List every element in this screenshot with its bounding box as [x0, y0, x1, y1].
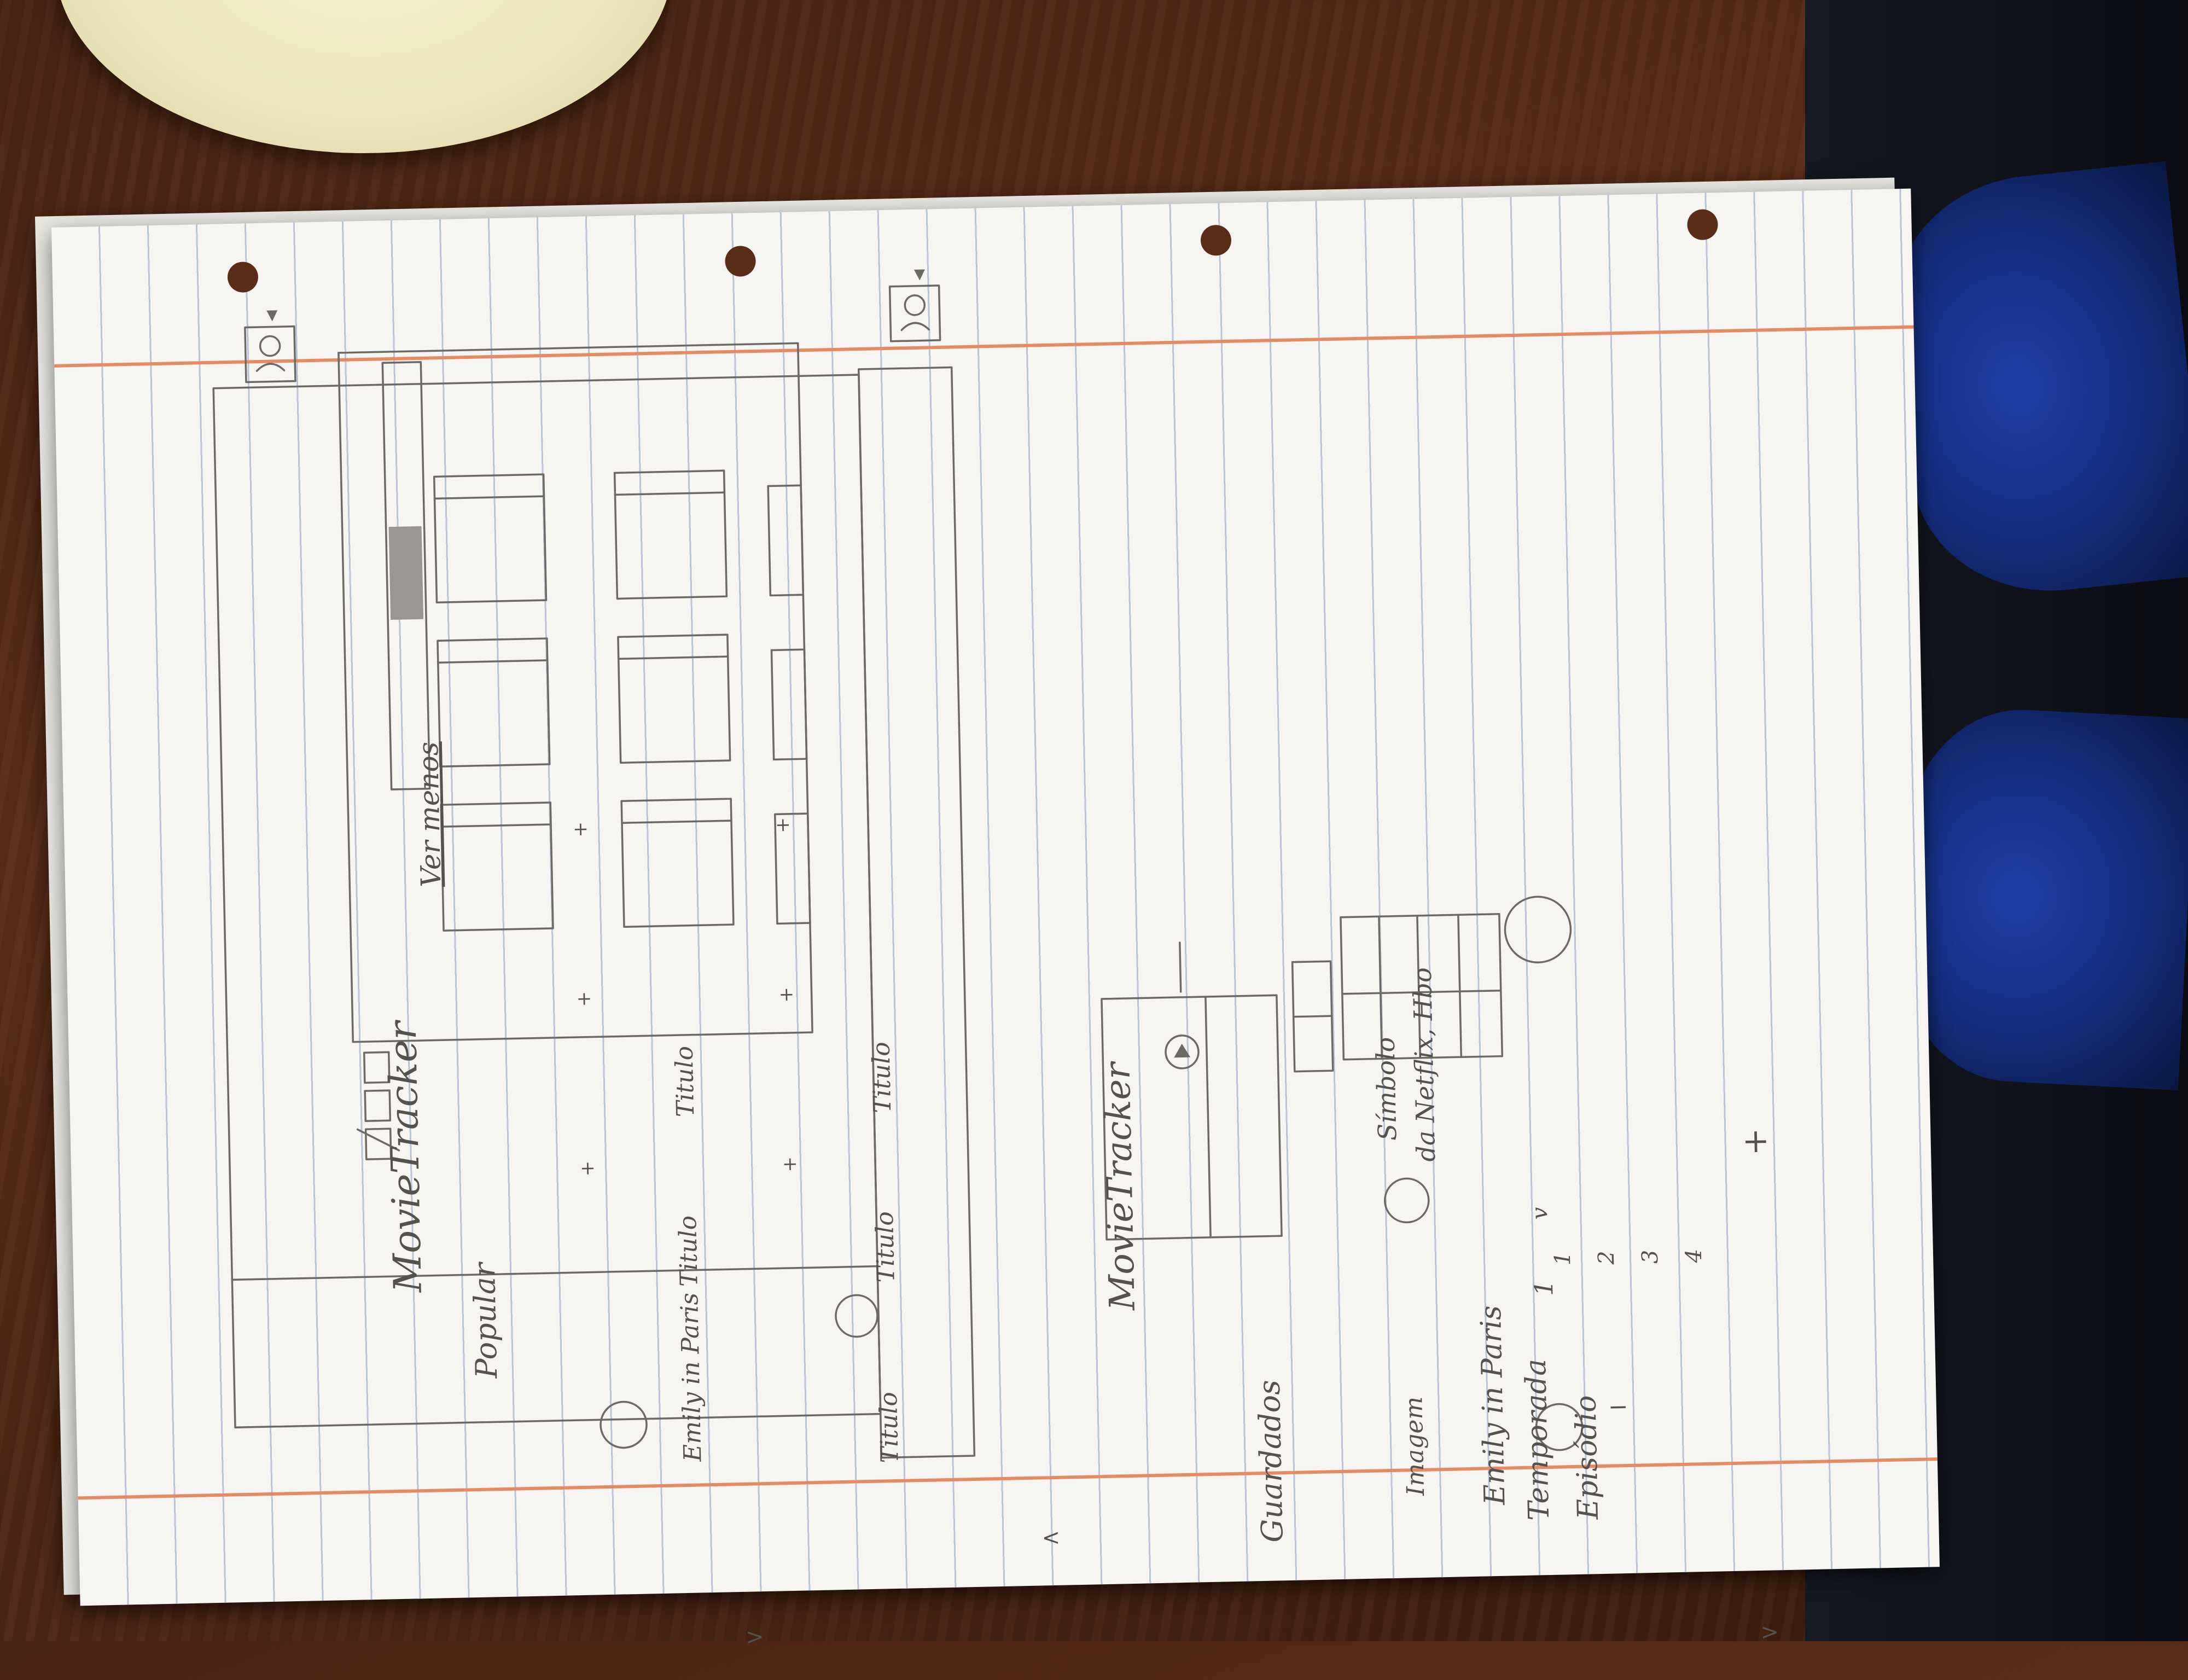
add-icon: + — [579, 1157, 596, 1180]
image-placeholder-label: Imagem — [1400, 1396, 1430, 1496]
add-icon: + — [572, 818, 589, 841]
header-divider — [231, 1265, 878, 1281]
add-icon: + — [576, 987, 592, 1010]
show-title: Emily in Paris — [1474, 1305, 1512, 1505]
card-title: Titulo — [674, 1215, 703, 1287]
minus-symbol: − — [1608, 1392, 1629, 1421]
card-title: Titulo — [867, 1041, 897, 1113]
season-dropdown-icon: v — [1527, 1207, 1553, 1220]
movie-card — [433, 473, 548, 604]
content-panel — [337, 342, 813, 1043]
next-symbol: > — [745, 1624, 765, 1650]
plus-button-icon — [1504, 896, 1572, 963]
avatar-icon — [255, 363, 286, 372]
notebook-paper: MovieTracker Popular Ver menos Emily in … — [51, 188, 1940, 1650]
add-icon: + — [782, 1153, 799, 1176]
annotation-arrow — [1179, 941, 1182, 993]
annotation: Símbolo — [1370, 1037, 1403, 1141]
minus-button-icon — [1384, 1177, 1430, 1224]
movie-card — [437, 637, 551, 768]
movie-card — [620, 798, 735, 928]
dropdown-arrow-icon — [913, 269, 925, 281]
add-icon: + — [775, 813, 792, 836]
card-title: Titulo — [874, 1391, 904, 1463]
movie-card — [613, 469, 728, 600]
avatar-box — [244, 325, 296, 383]
movie-card — [440, 801, 554, 932]
add-icon: + — [778, 983, 795, 1006]
episode-label: Episódio — [1569, 1394, 1605, 1520]
dropdown-arrow-icon — [266, 310, 278, 322]
season-value: 1 — [1528, 1280, 1559, 1297]
movie-card-partial — [767, 484, 805, 597]
prev-symbol: < — [1041, 1525, 1061, 1551]
screen-frame-bottom-header — [857, 366, 976, 1459]
annotation: da Netflix, Hbo — [1407, 967, 1441, 1162]
screen-frame-top — [212, 374, 882, 1429]
wireframe-bottom-screen — [857, 269, 1584, 1459]
avatar-icon — [900, 322, 930, 332]
episode-option: 3 — [1637, 1249, 1663, 1264]
season-label: Temporada — [1519, 1358, 1556, 1521]
movie-card-partial — [770, 648, 808, 761]
wireframe-sketch: MovieTracker Popular Ver menos Emily in … — [51, 189, 1940, 1650]
scrollbar-thumb — [388, 526, 424, 620]
episode-option: 2 — [1593, 1250, 1620, 1265]
section-title-saved: Guardados — [1252, 1379, 1290, 1543]
streaming-logo-icon — [1174, 1043, 1191, 1058]
back-circle-icon — [835, 1294, 878, 1338]
episode-option: 1 — [1550, 1251, 1576, 1266]
next-circle-icon — [600, 1400, 648, 1449]
featured-title: Emily in Paris — [676, 1292, 707, 1462]
section-title-popular: Popular — [467, 1262, 504, 1379]
blue-cloth — [1894, 704, 2188, 1091]
card-grid — [433, 469, 811, 932]
wireframe-top-screen — [212, 310, 882, 1449]
see-more-link: Ver menos — [412, 741, 447, 888]
avatar-icon — [904, 294, 926, 316]
card-title: Titulo — [670, 1045, 700, 1118]
episode-option: 4 — [1681, 1248, 1707, 1263]
app-title: MovieTracker — [380, 1021, 430, 1293]
movie-card — [617, 633, 731, 764]
card-title: Titulo — [870, 1211, 900, 1283]
avatar-box — [888, 284, 941, 342]
app-title: MovieTracker — [1097, 1062, 1143, 1311]
plus-symbol: + — [1741, 1121, 1770, 1161]
avatar-icon — [259, 335, 281, 357]
